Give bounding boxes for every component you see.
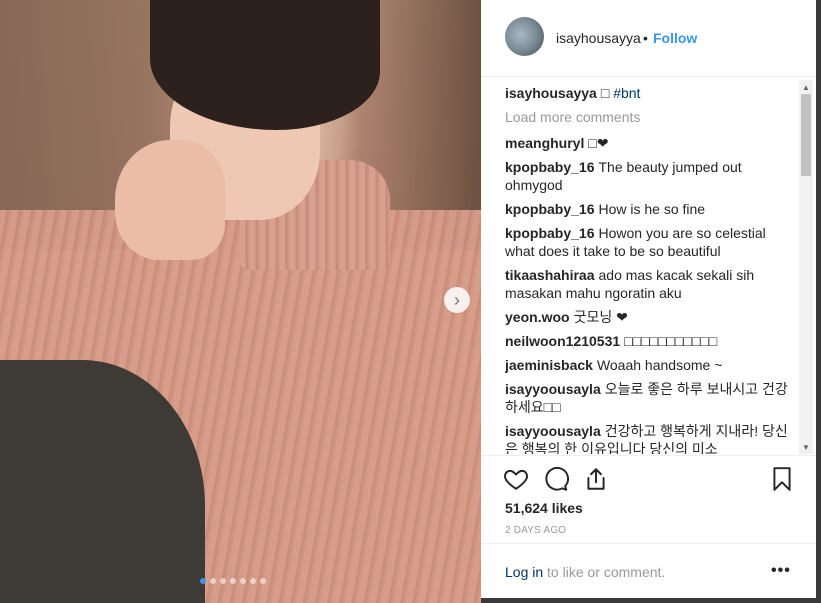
comment-text: How is he so fine	[598, 201, 706, 217]
photo-hand	[115, 140, 225, 260]
post-side-panel: isayhousayya • Follow isayhousayya □ #bnt…	[481, 0, 816, 598]
window-edge-bottom	[481, 598, 821, 603]
caption-username[interactable]: isayhousayya	[505, 85, 597, 101]
comment-item: kpopbaby_16 How is he so fine	[505, 200, 795, 218]
carousel-dots	[200, 578, 266, 584]
comment-item: meanghuryl □❤	[505, 134, 795, 152]
comment-item: isayyoousayla 건강하고 행복하게 지내라! 당신은 행복의 한 이유…	[505, 422, 795, 454]
comment-item: neilwoon1210531 □□□□□□□□□□□	[505, 332, 795, 350]
scroll-down-arrow-icon[interactable]: ▼	[799, 440, 813, 454]
comment-username[interactable]: kpopbaby_16	[505, 225, 594, 241]
post-author-username[interactable]: isayhousayya	[556, 30, 641, 46]
scroll-up-arrow-icon[interactable]: ▲	[799, 80, 813, 94]
scroll-thumb[interactable]	[801, 94, 811, 176]
comment-item: kpopbaby_16 Howon you are so celestial wh…	[505, 224, 795, 260]
follow-button[interactable]: Follow	[653, 30, 697, 46]
login-prompt: Log in to like or comment.	[505, 564, 665, 580]
comment-username[interactable]: jaeminisback	[505, 357, 593, 373]
comment-text: Woaah handsome ~	[596, 357, 723, 373]
comment-text: □❤	[588, 135, 609, 151]
caption-emoji: □	[600, 85, 610, 101]
carousel-dot	[240, 578, 246, 584]
post-timestamp[interactable]: 2 DAYS AGO	[505, 525, 566, 536]
post-photo[interactable]: ›	[0, 0, 481, 603]
comment-username[interactable]: kpopbaby_16	[505, 201, 594, 217]
post-header: isayhousayya • Follow	[481, 0, 816, 77]
comment-username[interactable]: isayyoousayla	[505, 423, 601, 439]
login-prompt-text: to like or comment.	[543, 564, 666, 580]
load-more-comments-button[interactable]: Load more comments	[505, 108, 795, 126]
chevron-right-icon: ›	[454, 289, 460, 310]
comment-username[interactable]: yeon.woo	[505, 309, 570, 325]
comment-text: □□□□□□□□□□□	[624, 333, 718, 349]
avatar[interactable]	[505, 17, 544, 56]
post-footer: Log in to like or comment. •••	[481, 543, 816, 599]
action-bar	[481, 455, 816, 504]
comment-item: isayyoousayla 오늘로 좋은 하루 보내시고 건강하세요□□	[505, 380, 795, 416]
comment-username[interactable]: neilwoon1210531	[505, 333, 620, 349]
carousel-dot	[260, 578, 266, 584]
login-link[interactable]: Log in	[505, 564, 543, 580]
more-options-button[interactable]: •••	[771, 562, 791, 580]
comment-icon[interactable]	[543, 466, 569, 492]
share-icon[interactable]	[583, 466, 609, 492]
carousel-dot	[250, 578, 256, 584]
comment-item: yeon.woo 굿모닝 ❤	[505, 308, 795, 326]
comment-item: tikaashahiraa ado mas kacak sekali sih ma…	[505, 266, 795, 302]
caption: isayhousayya □ #bnt	[505, 84, 795, 102]
carousel-dot	[230, 578, 236, 584]
comment-text: 굿모닝 ❤	[573, 309, 628, 325]
heart-icon[interactable]	[503, 466, 529, 492]
comment-item: kpopbaby_16 The beauty jumped out ohmygod	[505, 158, 795, 194]
comment-username[interactable]: meanghuryl	[505, 135, 584, 151]
bookmark-icon[interactable]	[769, 466, 795, 492]
comment-username[interactable]: tikaashahiraa	[505, 267, 595, 283]
window-edge	[816, 0, 821, 603]
carousel-dot	[200, 578, 206, 584]
comment-item: jaeminisback Woaah handsome ~	[505, 356, 795, 374]
hashtag-link[interactable]: #bnt	[613, 85, 640, 101]
carousel-next-button[interactable]: ›	[444, 287, 470, 313]
carousel-dot	[220, 578, 226, 584]
comments-scrollbar[interactable]: ▲ ▼	[799, 80, 813, 454]
comments-list[interactable]: isayhousayya □ #bnt Load more comments me…	[505, 84, 795, 454]
comment-username[interactable]: isayyoousayla	[505, 381, 601, 397]
like-count[interactable]: 51,624 likes	[505, 500, 583, 516]
carousel-dot	[210, 578, 216, 584]
separator-dot: •	[643, 30, 648, 46]
comment-username[interactable]: kpopbaby_16	[505, 159, 594, 175]
